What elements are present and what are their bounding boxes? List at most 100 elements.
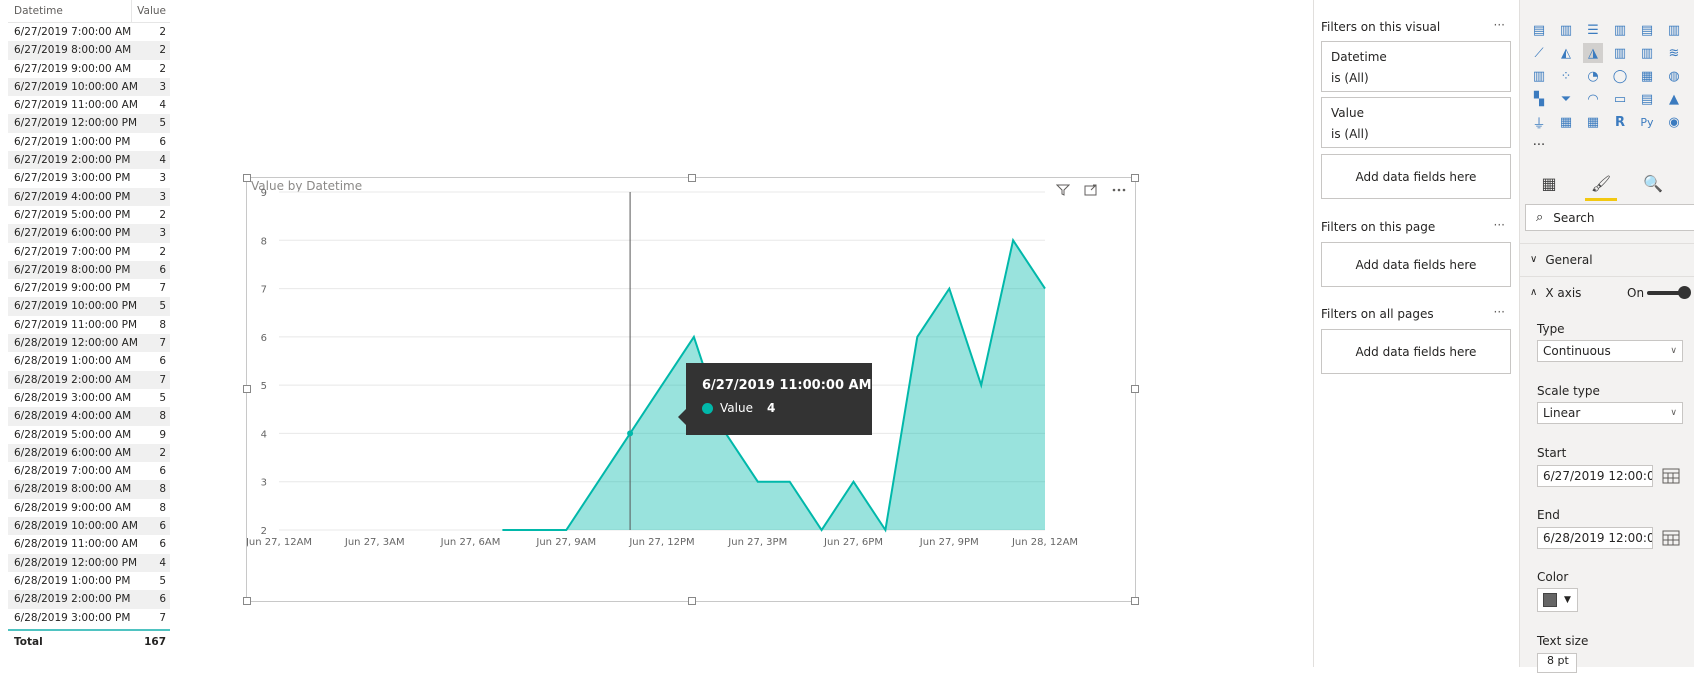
table-row[interactable]: 6/27/2019 4:00:00 PM 3 bbox=[8, 187, 170, 206]
table-row[interactable]: 6/28/2019 7:00:00 AM 6 bbox=[8, 462, 170, 480]
clustered-bar-icon[interactable]: ☰ bbox=[1583, 20, 1603, 40]
type-select[interactable]: Continuous ∨ bbox=[1537, 340, 1683, 362]
matrix-icon[interactable]: ▦ bbox=[1583, 112, 1603, 132]
format-paint-roller-icon[interactable]: 🖌 bbox=[1582, 168, 1620, 201]
table-row[interactable]: 6/27/2019 11:00:00 AM 4 bbox=[8, 96, 170, 114]
table-icon[interactable]: ▦ bbox=[1556, 112, 1576, 132]
end-input[interactable]: 6/28/2019 12:00:0... bbox=[1537, 527, 1653, 549]
table-row[interactable]: 6/28/2019 6:00:00 AM 2 bbox=[8, 443, 170, 463]
donut-chart-icon[interactable]: ◯ bbox=[1610, 66, 1630, 86]
table-row[interactable]: 6/28/2019 3:00:00 AM 5 bbox=[8, 389, 170, 407]
cell-datetime: 6/28/2019 1:00:00 AM bbox=[14, 355, 132, 368]
filled-map-icon[interactable]: ▚ bbox=[1529, 89, 1549, 109]
slicer-icon[interactable]: ⏚ bbox=[1529, 112, 1549, 132]
format-search-input[interactable]: ⌕ Search bbox=[1525, 204, 1694, 231]
x-tick-label: Jun 27, 6PM bbox=[823, 537, 883, 548]
table-row[interactable]: 6/27/2019 10:00:00 AM 3 bbox=[8, 77, 170, 97]
chevron-up-icon: ∧ bbox=[1530, 287, 1538, 298]
table-row[interactable]: 6/27/2019 7:00:00 PM 2 bbox=[8, 243, 170, 261]
funnel-icon[interactable]: ⏷ bbox=[1556, 89, 1576, 109]
table-row[interactable]: 6/28/2019 8:00:00 AM 8 bbox=[8, 480, 170, 499]
table-row[interactable]: 6/27/2019 12:00:00 PM 5 bbox=[8, 114, 170, 133]
add-data-fields-visual[interactable]: Add data fields here bbox=[1321, 154, 1511, 199]
table-row[interactable]: 6/27/2019 11:00:00 PM 8 bbox=[8, 316, 170, 334]
add-data-fields-all-pages[interactable]: Add data fields here bbox=[1321, 329, 1511, 374]
scatter-icon[interactable]: ⁘ bbox=[1556, 66, 1576, 86]
calendar-icon[interactable] bbox=[1662, 530, 1680, 546]
cell-value: 4 bbox=[159, 556, 166, 569]
table-row[interactable]: 6/27/2019 7:00:00 AM 2 bbox=[8, 23, 170, 41]
more-options-icon[interactable]: ··· bbox=[1494, 218, 1505, 232]
calendar-icon[interactable] bbox=[1662, 468, 1680, 484]
kpi-icon[interactable]: ▲ bbox=[1664, 89, 1684, 109]
area-chart-icon[interactable]: ◭ bbox=[1556, 43, 1576, 63]
pie-chart-icon[interactable]: ◔ bbox=[1583, 66, 1603, 86]
map-icon[interactable]: ◍ bbox=[1664, 66, 1684, 86]
card-icon[interactable]: ▭ bbox=[1610, 89, 1630, 109]
table-row[interactable]: 6/27/2019 3:00:00 PM 3 bbox=[8, 169, 170, 187]
scale-type-select[interactable]: Linear ∨ bbox=[1537, 402, 1683, 424]
table-row[interactable]: 6/28/2019 2:00:00 PM 6 bbox=[8, 590, 170, 609]
x-axis-section[interactable]: ∧ X axis On bbox=[1520, 276, 1694, 308]
ribbon-chart-icon[interactable]: ≋ bbox=[1664, 43, 1684, 63]
python-visual-icon[interactable]: Py bbox=[1637, 112, 1657, 132]
table-row[interactable]: 6/27/2019 1:00:00 PM 6 bbox=[8, 133, 170, 151]
start-input[interactable]: 6/27/2019 12:00:0... bbox=[1537, 465, 1653, 487]
waterfall-icon[interactable]: ▥ bbox=[1529, 66, 1549, 86]
cell-datetime: 6/27/2019 8:00:00 AM bbox=[14, 44, 132, 57]
column-header-value[interactable]: Value bbox=[131, 0, 170, 22]
filter-card-datetime[interactable]: Datetime is (All) bbox=[1321, 41, 1511, 92]
table-row[interactable]: 6/28/2019 1:00:00 AM 6 bbox=[8, 352, 170, 370]
stacked-column-icon[interactable]: ▥ bbox=[1556, 20, 1576, 40]
table-row[interactable]: 6/27/2019 9:00:00 PM 7 bbox=[8, 279, 170, 297]
treemap-icon[interactable]: ▦ bbox=[1637, 66, 1657, 86]
table-row[interactable]: 6/27/2019 8:00:00 PM 6 bbox=[8, 260, 170, 280]
table-row[interactable]: 6/27/2019 8:00:00 AM 2 bbox=[8, 41, 170, 60]
table-row[interactable]: 6/28/2019 3:00:00 PM 7 bbox=[8, 609, 170, 627]
100-bar-icon[interactable]: ▤ bbox=[1637, 20, 1657, 40]
fields-tab-icon[interactable]: ▦ bbox=[1530, 168, 1568, 198]
table-row[interactable]: 6/28/2019 12:00:00 PM 4 bbox=[8, 553, 170, 572]
arcgis-icon[interactable]: ◉ bbox=[1664, 112, 1684, 132]
stacked-bar-icon[interactable]: ▤ bbox=[1529, 20, 1549, 40]
line-clustered-column-icon[interactable]: ▥ bbox=[1637, 43, 1657, 63]
cell-value: 4 bbox=[159, 99, 166, 112]
cell-datetime: 6/28/2019 2:00:00 PM bbox=[14, 593, 131, 606]
table-row[interactable]: 6/28/2019 1:00:00 PM 5 bbox=[8, 572, 170, 590]
x-axis-toggle[interactable] bbox=[1647, 286, 1691, 299]
add-data-fields-page[interactable]: Add data fields here bbox=[1321, 242, 1511, 287]
color-picker[interactable]: ▼ bbox=[1537, 588, 1578, 612]
table-row[interactable]: 6/28/2019 9:00:00 AM 8 bbox=[8, 499, 170, 517]
column-header-datetime[interactable]: Datetime bbox=[8, 0, 131, 22]
gauge-icon[interactable]: ◠ bbox=[1583, 89, 1603, 109]
analytics-magnifier-icon[interactable]: 🔍 bbox=[1634, 168, 1672, 198]
x-axis-toggle-label: On bbox=[1627, 285, 1645, 300]
y-tick-label: 7 bbox=[261, 285, 267, 296]
table-row[interactable]: 6/28/2019 2:00:00 AM 7 bbox=[8, 370, 170, 389]
more-visuals-icon[interactable]: ··· bbox=[1529, 135, 1549, 155]
more-options-icon[interactable]: ··· bbox=[1494, 305, 1505, 319]
table-row[interactable]: 6/28/2019 5:00:00 AM 9 bbox=[8, 426, 170, 444]
line-chart-icon[interactable]: ⟋ bbox=[1529, 43, 1549, 63]
table-row[interactable]: 6/28/2019 11:00:00 AM 6 bbox=[8, 535, 170, 553]
100-column-icon[interactable]: ▥ bbox=[1664, 20, 1684, 40]
table-row[interactable]: 6/27/2019 2:00:00 PM 4 bbox=[8, 151, 170, 170]
stacked-area-icon[interactable]: ◮ bbox=[1583, 43, 1603, 63]
table-row[interactable]: 6/27/2019 9:00:00 AM 2 bbox=[8, 60, 170, 78]
r-visual-icon[interactable]: R bbox=[1610, 112, 1630, 132]
clustered-column-icon[interactable]: ▥ bbox=[1610, 20, 1630, 40]
table-row[interactable]: 6/27/2019 10:00:00 PM 5 bbox=[8, 297, 170, 316]
multi-row-card-icon[interactable]: ▤ bbox=[1637, 89, 1657, 109]
table-row[interactable]: 6/28/2019 12:00:00 AM 7 bbox=[8, 334, 170, 353]
filter-card-value[interactable]: Value is (All) bbox=[1321, 97, 1511, 148]
table-row[interactable]: 6/28/2019 4:00:00 AM 8 bbox=[8, 407, 170, 426]
table-row[interactable]: 6/27/2019 5:00:00 PM 2 bbox=[8, 206, 170, 224]
text-size-input[interactable]: 8 pt bbox=[1537, 653, 1577, 673]
more-options-icon[interactable]: ··· bbox=[1494, 18, 1505, 32]
line-column-icon[interactable]: ▥ bbox=[1610, 43, 1630, 63]
general-section[interactable]: ∨ General bbox=[1520, 243, 1694, 275]
cell-datetime: 6/27/2019 11:00:00 PM bbox=[14, 318, 138, 331]
table-row[interactable]: 6/28/2019 10:00:00 AM 6 bbox=[8, 517, 170, 536]
table-row[interactable]: 6/27/2019 6:00:00 PM 3 bbox=[8, 224, 170, 243]
cell-datetime: 6/28/2019 2:00:00 AM bbox=[14, 373, 132, 386]
